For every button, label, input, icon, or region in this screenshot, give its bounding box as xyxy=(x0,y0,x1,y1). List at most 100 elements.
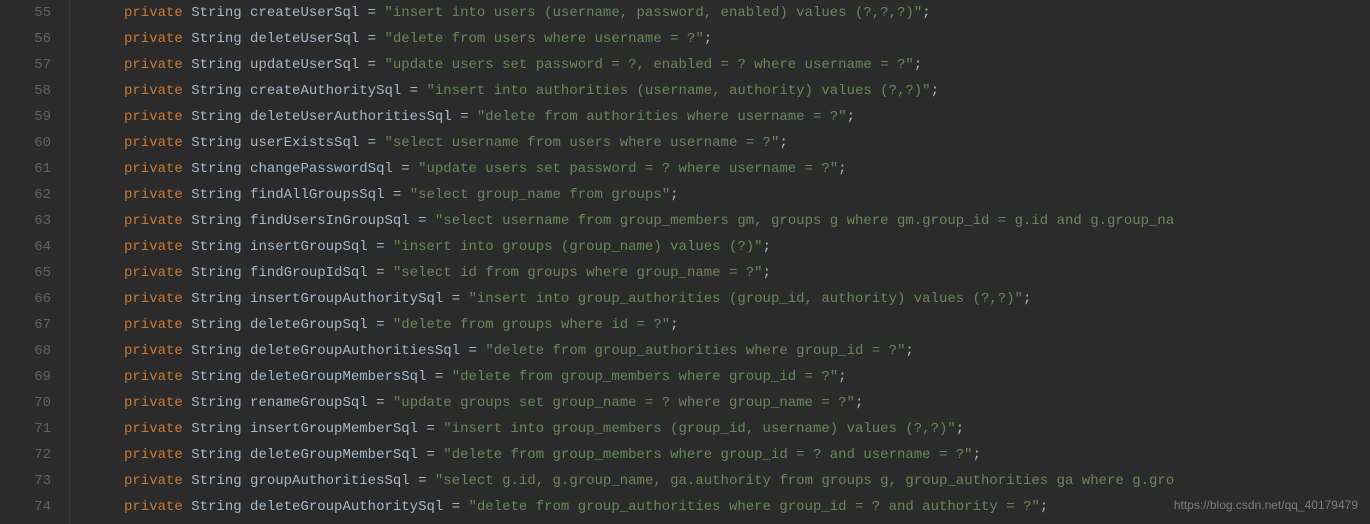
code-area[interactable]: private String createUserSql = "insert i… xyxy=(70,0,1370,524)
type-string: String xyxy=(191,499,241,515)
keyword-private: private xyxy=(124,265,183,281)
field-name: deleteGroupAuthoritySql xyxy=(250,499,443,515)
semicolon: ; xyxy=(914,57,922,73)
assign-operator: = xyxy=(368,265,393,281)
code-line[interactable]: private String deleteGroupSql = "delete … xyxy=(84,312,1370,338)
code-line[interactable]: private String deleteUserAuthoritiesSql … xyxy=(84,104,1370,130)
keyword-private: private xyxy=(124,447,183,463)
field-name: deleteUserAuthoritiesSql xyxy=(250,109,452,125)
field-name: deleteUserSql xyxy=(250,31,359,47)
line-number: 66 xyxy=(0,286,51,312)
assign-operator: = xyxy=(460,343,485,359)
field-name: createAuthoritySql xyxy=(250,83,401,99)
assign-operator: = xyxy=(359,135,384,151)
type-string: String xyxy=(191,395,241,411)
code-line[interactable]: private String userExistsSql = "select u… xyxy=(84,130,1370,156)
type-string: String xyxy=(191,291,241,307)
type-string: String xyxy=(191,109,241,125)
code-line[interactable]: private String findGroupIdSql = "select … xyxy=(84,260,1370,286)
string-literal: "update users set password = ? where use… xyxy=(418,161,838,177)
string-literal: "update users set password = ?, enabled … xyxy=(384,57,913,73)
line-number: 59 xyxy=(0,104,51,130)
assign-operator: = xyxy=(410,473,435,489)
keyword-private: private xyxy=(124,473,183,489)
field-name: deleteGroupAuthoritiesSql xyxy=(250,343,460,359)
keyword-private: private xyxy=(124,395,183,411)
code-line[interactable]: private String findAllGroupsSql = "selec… xyxy=(84,182,1370,208)
semicolon: ; xyxy=(838,161,846,177)
keyword-private: private xyxy=(124,343,183,359)
keyword-private: private xyxy=(124,499,183,515)
semicolon: ; xyxy=(704,31,712,47)
keyword-private: private xyxy=(124,83,183,99)
code-line[interactable]: private String insertGroupAuthoritySql =… xyxy=(84,286,1370,312)
code-line[interactable]: private String createUserSql = "insert i… xyxy=(84,0,1370,26)
type-string: String xyxy=(191,421,241,437)
line-number: 74 xyxy=(0,494,51,520)
line-number: 70 xyxy=(0,390,51,416)
assign-operator: = xyxy=(418,421,443,437)
code-line[interactable]: private String deleteUserSql = "delete f… xyxy=(84,26,1370,52)
string-literal: "delete from group_authorities where gro… xyxy=(485,343,905,359)
keyword-private: private xyxy=(124,161,183,177)
line-number: 69 xyxy=(0,364,51,390)
semicolon: ; xyxy=(905,343,913,359)
assign-operator: = xyxy=(426,369,451,385)
code-line[interactable]: private String deleteGroupMembersSql = "… xyxy=(84,364,1370,390)
type-string: String xyxy=(191,265,241,281)
line-number: 72 xyxy=(0,442,51,468)
semicolon: ; xyxy=(779,135,787,151)
semicolon: ; xyxy=(931,83,939,99)
code-line[interactable]: private String createAuthoritySql = "ins… xyxy=(84,78,1370,104)
type-string: String xyxy=(191,369,241,385)
type-string: String xyxy=(191,161,241,177)
assign-operator: = xyxy=(359,57,384,73)
field-name: userExistsSql xyxy=(250,135,359,151)
line-number: 63 xyxy=(0,208,51,234)
semicolon: ; xyxy=(670,317,678,333)
string-literal: "delete from groups where id = ?" xyxy=(393,317,670,333)
code-line[interactable]: private String deleteGroupMemberSql = "d… xyxy=(84,442,1370,468)
field-name: groupAuthoritiesSql xyxy=(250,473,410,489)
semicolon: ; xyxy=(847,109,855,125)
string-literal: "select g.id, g.group_name, ga.authority… xyxy=(435,473,1174,489)
code-line[interactable]: private String changePasswordSql = "upda… xyxy=(84,156,1370,182)
semicolon: ; xyxy=(763,239,771,255)
field-name: createUserSql xyxy=(250,5,359,21)
type-string: String xyxy=(191,317,241,333)
assign-operator: = xyxy=(368,395,393,411)
line-number: 73 xyxy=(0,468,51,494)
assign-operator: = xyxy=(359,5,384,21)
keyword-private: private xyxy=(124,421,183,437)
string-literal: "select group_name from groups" xyxy=(410,187,670,203)
code-line[interactable]: private String findUsersInGroupSql = "se… xyxy=(84,208,1370,234)
string-literal: "insert into group_authorities (group_id… xyxy=(469,291,1024,307)
code-line[interactable]: private String deleteGroupAuthoritiesSql… xyxy=(84,338,1370,364)
assign-operator: = xyxy=(368,239,393,255)
line-number: 68 xyxy=(0,338,51,364)
keyword-private: private xyxy=(124,369,183,385)
field-name: changePasswordSql xyxy=(250,161,393,177)
type-string: String xyxy=(191,83,241,99)
code-line[interactable]: private String updateUserSql = "update u… xyxy=(84,52,1370,78)
code-line[interactable]: private String renameGroupSql = "update … xyxy=(84,390,1370,416)
string-literal: "select username from group_members gm, … xyxy=(435,213,1174,229)
field-name: deleteGroupMemberSql xyxy=(250,447,418,463)
keyword-private: private xyxy=(124,109,183,125)
semicolon: ; xyxy=(922,5,930,21)
assign-operator: = xyxy=(410,213,435,229)
assign-operator: = xyxy=(401,83,426,99)
line-number: 61 xyxy=(0,156,51,182)
code-line[interactable]: private String insertGroupMemberSql = "i… xyxy=(84,416,1370,442)
line-number: 71 xyxy=(0,416,51,442)
code-editor[interactable]: 5556575859606162636465666768697071727374… xyxy=(0,0,1370,524)
code-line[interactable]: private String groupAuthoritiesSql = "se… xyxy=(84,468,1370,494)
field-name: insertGroupMemberSql xyxy=(250,421,418,437)
code-line[interactable]: private String insertGroupSql = "insert … xyxy=(84,234,1370,260)
semicolon: ; xyxy=(1040,499,1048,515)
semicolon: ; xyxy=(838,369,846,385)
semicolon: ; xyxy=(855,395,863,411)
keyword-private: private xyxy=(124,213,183,229)
string-literal: "select id from groups where group_name … xyxy=(393,265,763,281)
code-line[interactable]: private String deleteGroupAuthoritySql =… xyxy=(84,494,1370,520)
